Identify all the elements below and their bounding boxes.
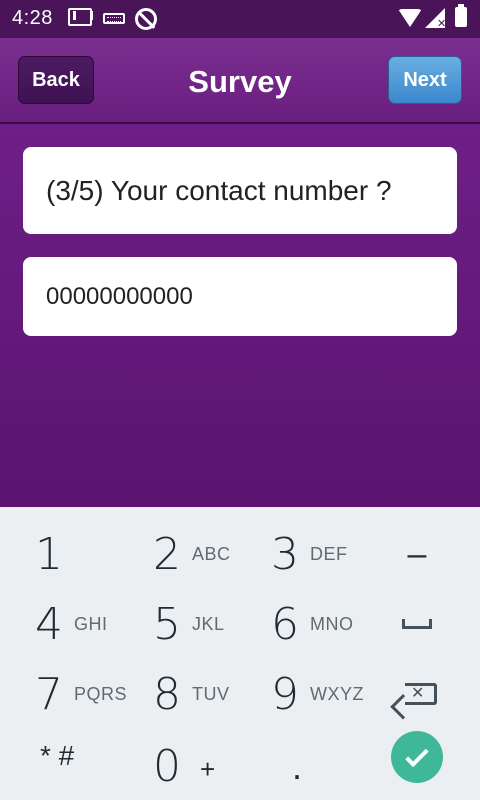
wifi-icon [398, 9, 422, 27]
key-0[interactable]: 0 [150, 731, 184, 800]
key-6-letters: MNO [310, 613, 354, 634]
checkmark-icon [405, 743, 429, 767]
star-hash-key[interactable]: * # [40, 740, 74, 772]
key-9-number: 9 [271, 668, 299, 720]
key-7[interactable]: 7 PQRS [32, 659, 127, 729]
key-9-letters: WXYZ [310, 683, 364, 704]
key-5[interactable]: 5 JKL [150, 589, 225, 659]
key-0-letters: + [200, 754, 216, 784]
key-3[interactable]: 3 DEF [268, 519, 348, 589]
contact-number-input[interactable]: 00000000000 [23, 257, 457, 336]
key-3-letters: DEF [310, 543, 348, 564]
key-4-number: 4 [35, 598, 63, 650]
key-5-letters: JKL [192, 613, 225, 634]
done-button[interactable] [391, 731, 443, 783]
backspace-key[interactable] [392, 669, 442, 719]
gmail-icon [68, 8, 93, 26]
key-1-number: 1 [35, 528, 63, 580]
keyboard-icon [103, 13, 125, 24]
status-time: 4:28 [12, 7, 53, 29]
backspace-icon [405, 683, 437, 705]
key-8-number: 8 [153, 668, 181, 720]
key-2-number: 2 [153, 528, 181, 580]
key-7-letters: PQRS [74, 683, 128, 704]
key-2-letters: ABC [192, 543, 231, 564]
key-1[interactable]: 1 [32, 519, 66, 589]
key-3-number: 3 [271, 528, 299, 580]
key-8-letters: TUV [192, 683, 230, 704]
key-8[interactable]: 8 TUV [150, 659, 230, 729]
key-6-number: 6 [271, 598, 299, 650]
question-text: (3/5) Your contact number ? [46, 174, 392, 206]
battery-icon [455, 4, 467, 27]
key-2[interactable]: 2 ABC [150, 519, 231, 589]
no-signal-x-icon: ✕ [437, 18, 447, 30]
no-sync-icon [135, 8, 157, 30]
dot-key[interactable]: . [292, 746, 302, 788]
key-4[interactable]: 4 GHI [32, 589, 108, 659]
question-card: (3/5) Your contact number ? [23, 147, 457, 234]
next-button[interactable]: Next [388, 56, 462, 104]
key-0-number: 0 [153, 740, 181, 792]
space-icon [402, 619, 432, 629]
key-5-number: 5 [153, 598, 181, 650]
key-7-number: 7 [35, 668, 63, 720]
key-4-letters: GHI [74, 613, 108, 634]
space-key[interactable] [392, 599, 442, 649]
status-bar: 4:28 ✕ [0, 0, 480, 38]
dash-key[interactable]: – [392, 529, 442, 579]
contact-number-value: 00000000000 [46, 282, 193, 310]
survey-content: (3/5) Your contact number ? 00000000000 [0, 124, 480, 507]
key-9[interactable]: 9 WXYZ [268, 659, 364, 729]
app-header: Back Survey Next [0, 38, 480, 124]
key-6[interactable]: 6 MNO [268, 589, 354, 659]
